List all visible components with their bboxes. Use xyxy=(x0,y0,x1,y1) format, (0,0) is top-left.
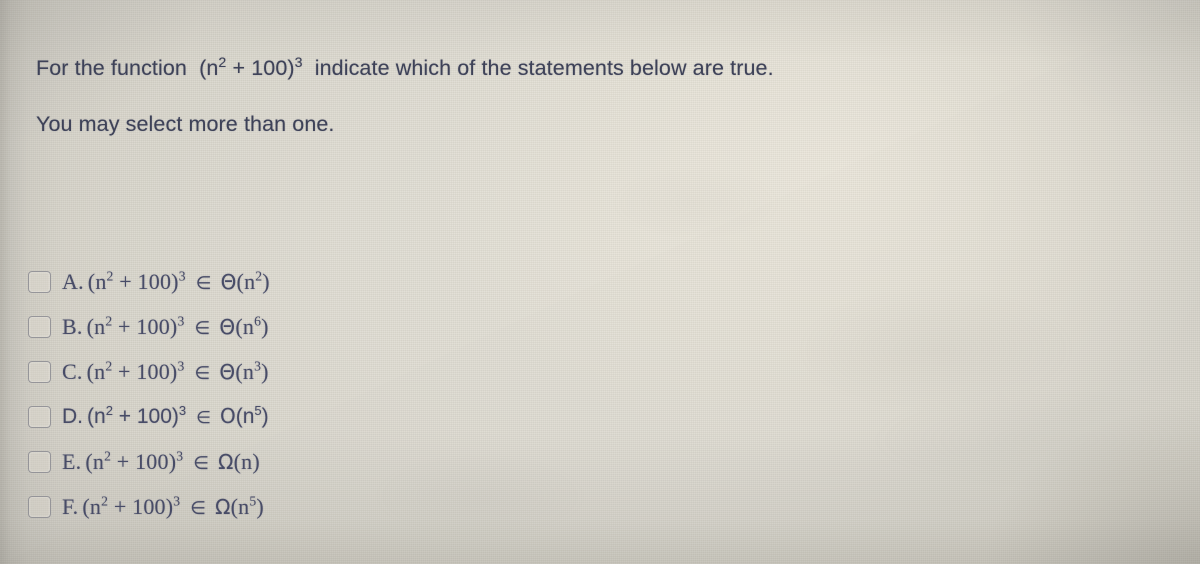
bound-symbol: Θ xyxy=(219,359,236,384)
expr-inner-exponent: 2 xyxy=(106,268,114,284)
checkbox-option-e[interactable] xyxy=(28,450,51,473)
checkbox-option-f[interactable] xyxy=(28,495,51,518)
bound-open: (n xyxy=(230,493,250,519)
answer-options-list: A. (n2 + 100)3 ∈ Θ(n2) B. (n2 + 100)3 ∈ Θ(n6) C.… xyxy=(28,266,270,522)
asymptotic-bound: Θ(n6) xyxy=(219,314,268,339)
checkbox-option-d[interactable] xyxy=(28,405,51,428)
question-prefix: For the function xyxy=(36,56,187,80)
bound-symbol: Θ xyxy=(219,314,236,339)
option-text: E. (n2 + 100)3 ∈ Ω(n) xyxy=(62,448,260,474)
bound-symbol: Ω xyxy=(215,494,231,519)
bound-close: ) xyxy=(262,268,270,294)
question-line-2: You may select more than one. xyxy=(36,112,335,136)
bound-argument: (n5) xyxy=(235,403,269,428)
option-row[interactable]: D. (n2 + 100)3 ∈ O(n5) xyxy=(28,401,270,432)
expr-middle: + 100) xyxy=(113,268,179,294)
asymptotic-bound: O(n5) xyxy=(220,404,269,428)
bound-close: ) xyxy=(261,313,269,339)
expr-base: (n xyxy=(85,448,105,474)
element-of-symbol: ∈ xyxy=(195,272,212,294)
option-text: F. (n2 + 100)3 ∈ Ω(n5) xyxy=(62,493,264,519)
expr-middle: + 100) xyxy=(111,448,177,474)
option-letter: C. xyxy=(62,358,83,384)
expr-outer-exponent: 3 xyxy=(177,313,185,329)
expr-middle: + 100) xyxy=(112,313,178,339)
option-text: C. (n2 + 100)3 ∈ Θ(n3) xyxy=(62,358,269,384)
bound-argument: (n2) xyxy=(237,269,270,294)
question-line-1: For the function (n2 + 100)3 indicate wh… xyxy=(36,54,1086,83)
expr-inner-exponent: 2 xyxy=(105,403,113,418)
element-of-symbol: ∈ xyxy=(194,317,211,339)
question-prompt: For the function (n2 + 100)3 indicate wh… xyxy=(36,54,1086,139)
checkbox-option-c[interactable] xyxy=(28,360,51,383)
option-letter: E. xyxy=(62,448,82,474)
bound-argument: (n) xyxy=(234,449,260,474)
bound-close: ) xyxy=(261,405,269,428)
option-text: B. (n2 + 100)3 ∈ Θ(n6) xyxy=(62,313,269,339)
option-row[interactable]: A. (n2 + 100)3 ∈ Θ(n2) xyxy=(28,266,270,297)
bound-close: ) xyxy=(252,448,260,474)
option-row[interactable]: F. (n2 + 100)3 ∈ Ω(n5) xyxy=(28,491,270,522)
bound-close: ) xyxy=(261,358,269,384)
option-letter: A. xyxy=(62,268,84,294)
bound-exponent: 5 xyxy=(254,403,262,418)
element-of-symbol: ∈ xyxy=(194,362,211,384)
question-function-expression: (n2 + 100)3 xyxy=(193,56,309,80)
option-expression: (n2 + 100)3 xyxy=(86,403,187,428)
asymptotic-bound: Ω(n5) xyxy=(215,494,264,519)
question-page: For the function (n2 + 100)3 indicate wh… xyxy=(0,0,1200,564)
expr-middle: + 100) xyxy=(112,405,179,428)
expr-outer-exponent: 3 xyxy=(178,268,186,284)
element-of-symbol: ∈ xyxy=(196,408,211,428)
bound-open: (n xyxy=(236,268,256,294)
function-outer-exponent: 3 xyxy=(294,54,303,71)
option-expression: (n2 + 100)3 xyxy=(84,449,184,474)
expr-outer-exponent: 3 xyxy=(178,403,187,418)
function-base: (n xyxy=(199,56,219,80)
asymptotic-bound: Ω(n) xyxy=(218,450,260,474)
option-text: A. (n2 + 100)3 ∈ Θ(n2) xyxy=(62,268,270,294)
expr-middle: + 100) xyxy=(112,358,178,384)
bound-argument: (n6) xyxy=(235,314,268,339)
bound-open: (n xyxy=(235,313,255,339)
checkbox-option-b[interactable] xyxy=(28,315,51,338)
option-letter: D. xyxy=(62,405,83,428)
expr-outer-exponent: 3 xyxy=(176,448,184,464)
expr-middle: + 100) xyxy=(108,493,174,519)
option-expression: (n2 + 100)3 xyxy=(86,359,186,384)
option-row[interactable]: B. (n2 + 100)3 ∈ Θ(n6) xyxy=(28,311,270,342)
bound-argument: (n5) xyxy=(231,494,264,519)
option-expression: (n2 + 100)3 xyxy=(81,494,181,519)
expr-outer-exponent: 3 xyxy=(173,493,181,509)
element-of-symbol: ∈ xyxy=(193,452,210,474)
expr-base: (n xyxy=(86,358,106,384)
expr-base: (n xyxy=(86,313,106,339)
bound-open: (n xyxy=(235,405,255,428)
option-row[interactable]: C. (n2 + 100)3 ∈ Θ(n3) xyxy=(28,356,270,387)
bound-close: ) xyxy=(256,493,264,519)
question-content: For the function (n2 + 100)3 indicate wh… xyxy=(0,0,1200,564)
option-expression: (n2 + 100)3 xyxy=(87,269,187,294)
function-middle: + 100) xyxy=(226,56,295,80)
option-letter: B. xyxy=(62,313,83,339)
element-of-symbol: ∈ xyxy=(190,497,207,519)
option-expression: (n2 + 100)3 xyxy=(86,314,186,339)
expr-base: (n xyxy=(87,268,107,294)
option-letter: F. xyxy=(62,493,79,519)
expr-base: (n xyxy=(82,493,102,519)
bound-argument: (n3) xyxy=(235,359,268,384)
checkbox-option-a[interactable] xyxy=(28,270,51,293)
bound-open: (n xyxy=(233,448,253,474)
question-suffix: indicate which of the statements below a… xyxy=(314,56,774,80)
expr-outer-exponent: 3 xyxy=(177,358,185,374)
bound-symbol: O xyxy=(219,404,236,428)
expr-base: (n xyxy=(87,405,106,428)
asymptotic-bound: Θ(n2) xyxy=(220,269,270,294)
bound-open: (n xyxy=(235,358,255,384)
bound-symbol: Ω xyxy=(218,449,234,474)
asymptotic-bound: Θ(n3) xyxy=(219,359,268,384)
option-text: D. (n2 + 100)3 ∈ O(n5) xyxy=(62,403,269,428)
bound-symbol: Θ xyxy=(220,269,237,294)
option-row[interactable]: E. (n2 + 100)3 ∈ Ω(n) xyxy=(28,446,270,477)
